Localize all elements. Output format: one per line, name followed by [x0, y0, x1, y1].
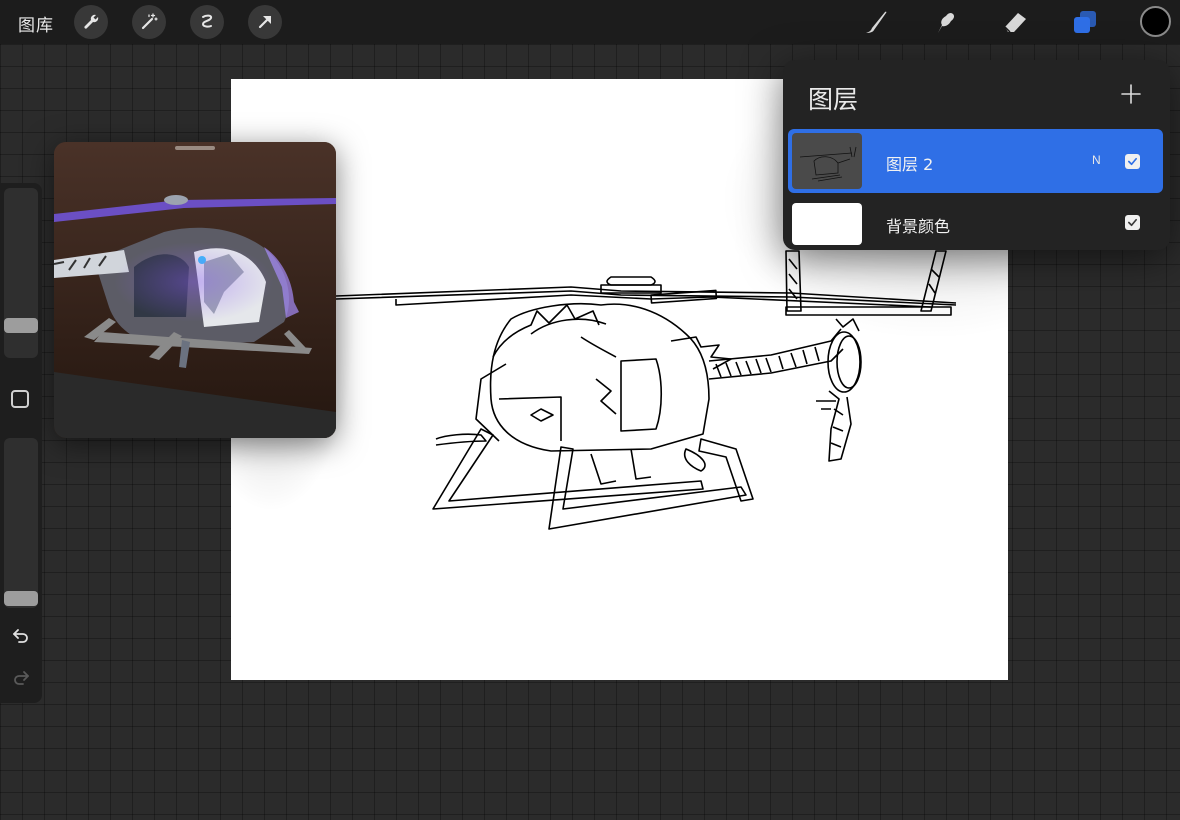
layer-name: 背景颜色	[886, 217, 951, 236]
brush-size-thumb[interactable]	[4, 318, 38, 334]
blend-mode-button[interactable]: N	[1092, 153, 1101, 167]
top-toolbar: 图库	[0, 0, 1180, 44]
layer-row-background-color[interactable]: 背景颜色	[788, 196, 1163, 260]
layers-panel-title: 图层	[808, 85, 859, 114]
reference-image-window[interactable]	[54, 142, 336, 438]
opacity-thumb[interactable]	[4, 591, 38, 606]
layers-panel: 图层 图层 2 N 背景颜色	[783, 60, 1170, 250]
modify-button[interactable]	[11, 390, 29, 408]
smudge-icon[interactable]	[929, 6, 961, 38]
brush-size-slider[interactable]	[4, 188, 38, 358]
helicopter-reference-image	[54, 142, 336, 438]
selection-icon[interactable]	[190, 5, 224, 39]
add-layer-icon[interactable]	[1119, 82, 1143, 106]
reference-drag-handle[interactable]	[175, 146, 215, 150]
layer-visibility-checkbox[interactable]	[1125, 215, 1140, 230]
brush-icon[interactable]	[860, 6, 892, 38]
layer-thumbnail	[792, 133, 862, 189]
redo-icon[interactable]	[10, 666, 32, 688]
left-sidebar	[0, 183, 42, 703]
transform-arrow-icon[interactable]	[248, 5, 282, 39]
layer-thumbnail	[792, 203, 862, 245]
wrench-icon[interactable]	[74, 5, 108, 39]
layer-row-layer-2[interactable]: 图层 2 N	[788, 129, 1163, 193]
eraser-icon[interactable]	[999, 6, 1031, 38]
layer-visibility-checkbox[interactable]	[1125, 154, 1140, 169]
undo-icon[interactable]	[10, 624, 32, 646]
color-picker-swatch[interactable]	[1140, 6, 1171, 37]
gallery-button[interactable]: 图库	[18, 11, 54, 36]
magic-wand-icon[interactable]	[132, 5, 166, 39]
layers-icon[interactable]	[1069, 6, 1101, 38]
layer-name: 图层 2	[886, 155, 934, 174]
opacity-slider[interactable]	[4, 438, 38, 608]
